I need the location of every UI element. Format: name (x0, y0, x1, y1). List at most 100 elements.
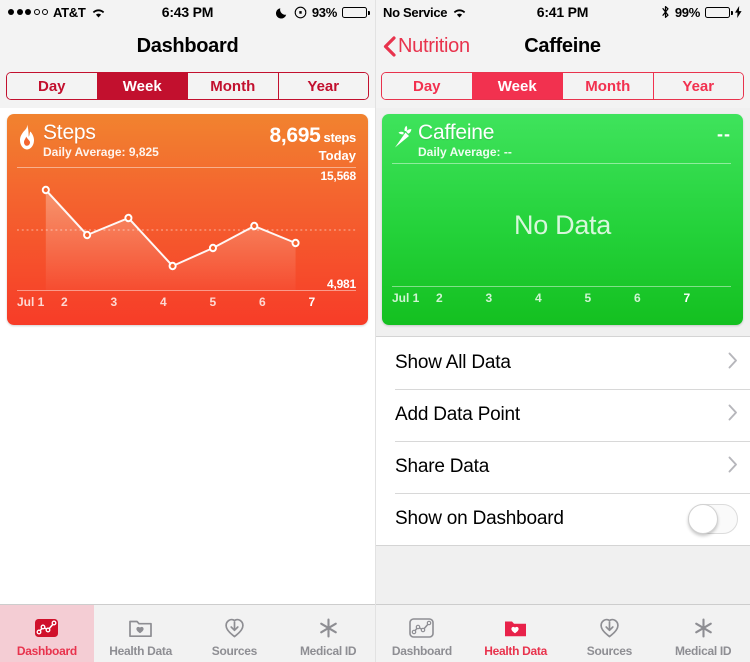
asterisk-medical-icon (315, 613, 342, 643)
steps-card-title: Steps (43, 121, 96, 144)
flame-icon (17, 122, 43, 155)
no-data-message: No Data (514, 209, 611, 240)
x-tick: 4 (535, 291, 542, 306)
segmented-control-wrap-left: Day Week Month Year (0, 68, 375, 108)
tab-label: Dashboard (391, 643, 452, 658)
x-tick: 5 (209, 295, 217, 309)
x-tick: 6 (634, 291, 641, 306)
steps-card-header: Steps Daily Average: 9,825 8,695 steps To… (7, 114, 368, 163)
tab-dashboard[interactable]: Dashboard (0, 605, 94, 662)
tab-bar-left: Dashboard Health Data Sources Medical ID (0, 604, 375, 662)
steps-daily-average: Daily Average: 9,825 (43, 145, 159, 160)
tab-month[interactable]: Month (563, 73, 654, 99)
tab-label: Health Data (484, 643, 547, 658)
x-tick: 3 (110, 295, 118, 309)
left-phone-screen: AT&T 6:43 PM 93% Dashboard Day Week Mont… (0, 0, 375, 662)
tab-week[interactable]: Week (97, 73, 188, 99)
tab-dashboard[interactable]: Dashboard (375, 605, 469, 662)
status-bar-right-group: 93% (275, 5, 370, 20)
x-tick-today: 7 (308, 295, 316, 309)
back-button-label: Nutrition (398, 34, 470, 57)
tab-health-data[interactable]: Health Data (94, 605, 188, 662)
caffeine-chart-area: No Data (392, 164, 733, 286)
tab-day[interactable]: Day (382, 73, 473, 99)
carrot-icon (392, 122, 418, 155)
back-button[interactable]: Nutrition (383, 35, 470, 58)
toggle-knob (688, 504, 718, 534)
x-tick: 4 (160, 295, 167, 309)
tab-label: Health Data (109, 643, 172, 658)
time-range-segmented-control[interactable]: Day Week Month Year (381, 72, 744, 100)
moon-icon (275, 6, 289, 19)
row-add-data-point[interactable]: Add Data Point (375, 389, 750, 441)
chevron-right-icon (728, 404, 738, 427)
chevron-right-icon (728, 456, 738, 479)
tab-bar-right: Dashboard Health Data Sources Medical ID (375, 604, 750, 662)
asterisk-medical-icon (690, 613, 717, 643)
chart-line-icon (33, 613, 60, 643)
folder-heart-icon (502, 613, 529, 643)
right-phone-screen: No Service 6:41 PM 99% Nutrition Caffein… (375, 0, 750, 662)
caffeine-card-header: Caffeine Daily Average: -- -- (382, 114, 743, 159)
chart-x-axis: Jul 1 2 3 4 5 6 7 (382, 287, 743, 311)
caffeine-card-titles: Caffeine Daily Average: -- (418, 121, 717, 159)
nav-bar-left: Dashboard (0, 24, 375, 68)
status-bar-right: No Service 6:41 PM 99% (375, 0, 750, 24)
x-tick: Jul 1 (392, 291, 420, 306)
tab-label: Medical ID (674, 643, 732, 658)
chevron-right-icon (728, 352, 738, 375)
tab-sources[interactable]: Sources (188, 605, 282, 662)
tab-health-data[interactable]: Health Data (469, 605, 563, 662)
status-bar-left: AT&T 6:43 PM 93% (0, 0, 375, 24)
chevron-left-icon (383, 35, 396, 57)
row-show-all-data[interactable]: Show All Data (375, 337, 750, 389)
tab-medical-id[interactable]: Medical ID (281, 605, 375, 662)
charging-bolt-icon (735, 6, 742, 18)
x-tick: 2 (436, 291, 443, 306)
tab-label: Sources (586, 643, 633, 658)
steps-value-unit: steps (323, 130, 357, 145)
steps-value-number: 8,695 (269, 124, 321, 147)
tab-label: Medical ID (299, 643, 357, 658)
tab-month[interactable]: Month (188, 73, 279, 99)
status-bar-right-group: 99% (661, 5, 742, 20)
tab-label: Dashboard (16, 643, 77, 658)
x-tick: 6 (259, 295, 266, 309)
chart-line-icon (408, 613, 435, 643)
tab-label: Sources (211, 643, 258, 658)
nav-bar-right: Nutrition Caffeine (375, 24, 750, 68)
row-label: Show on Dashboard (395, 508, 564, 529)
tab-medical-id[interactable]: Medical ID (656, 605, 750, 662)
battery-icon (705, 6, 733, 18)
caffeine-card-title: Caffeine (418, 121, 495, 144)
content-right: Caffeine Daily Average: -- -- No Data Ju… (375, 108, 750, 604)
steps-card-values: 8,695 steps Today (269, 122, 356, 163)
battery-percent-label: 99% (674, 4, 700, 20)
chart-x-axis: Jul 1 2 3 4 5 6 7 (7, 291, 368, 315)
caffeine-card-values: -- (717, 122, 731, 145)
caffeine-card[interactable]: Caffeine Daily Average: -- -- No Data Ju… (382, 114, 743, 325)
tab-year[interactable]: Year (653, 73, 743, 99)
tab-year[interactable]: Year (278, 73, 368, 99)
battery-icon (342, 6, 370, 18)
steps-card[interactable]: Steps Daily Average: 9,825 8,695 steps To… (7, 114, 368, 325)
tab-sources[interactable]: Sources (563, 605, 657, 662)
steps-line-chart: 15,568 4,981 (17, 168, 358, 291)
steps-value: 8,695 steps (269, 124, 356, 148)
page-title: Dashboard (136, 34, 239, 57)
show-on-dashboard-toggle[interactable] (688, 504, 738, 534)
row-show-on-dashboard[interactable]: Show on Dashboard (375, 493, 750, 545)
x-tick: Jul 1 (17, 295, 45, 309)
steps-value-period: Today (318, 148, 356, 163)
tab-day[interactable]: Day (7, 73, 98, 99)
time-range-segmented-control[interactable]: Day Week Month Year (6, 72, 369, 100)
caffeine-value: -- (717, 124, 731, 144)
x-tick: 5 (584, 291, 592, 306)
row-label: Add Data Point (395, 404, 521, 425)
tab-week[interactable]: Week (472, 73, 563, 99)
x-tick-today: 7 (683, 291, 691, 306)
x-tick: 3 (485, 291, 493, 306)
row-share-data[interactable]: Share Data (375, 441, 750, 493)
content-left: Steps Daily Average: 9,825 8,695 steps To… (0, 108, 375, 604)
download-heart-icon (221, 613, 248, 643)
